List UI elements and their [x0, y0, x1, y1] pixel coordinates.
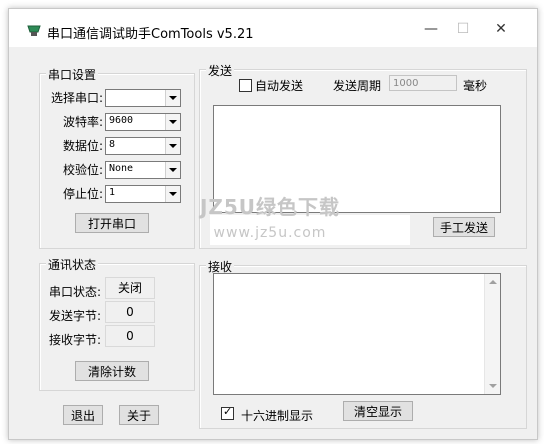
auto-send-label: 自动发送	[255, 79, 304, 93]
period-label: 发送周期	[333, 79, 382, 93]
chevron-down-icon[interactable]	[165, 138, 180, 154]
databits-select[interactable]: 8	[105, 137, 181, 155]
hex-display-checkbox[interactable]: ✓	[221, 405, 234, 420]
receive-textarea[interactable]	[213, 273, 501, 395]
window-title: 串口通信调试助手ComTools v5.21	[47, 27, 254, 42]
serial-settings-label: 串口设置	[46, 66, 99, 83]
parity-value: None	[109, 163, 134, 174]
maximize-button: ☐	[456, 21, 470, 37]
app-icon	[27, 25, 41, 36]
period-unit: 毫秒	[463, 79, 488, 93]
sent-bytes-value: 0	[105, 301, 155, 323]
clear-count-button[interactable]: 清除计数	[75, 361, 149, 381]
send-group-label: 发送	[206, 62, 235, 79]
port-label: 选择串口:	[51, 91, 104, 105]
open-port-button[interactable]: 打开串口	[75, 213, 149, 233]
baud-value: 9600	[109, 115, 134, 126]
sent-bytes-label: 发送字节:	[49, 309, 102, 323]
clear-display-button[interactable]: 清空显示	[343, 401, 413, 421]
receive-scrollbar[interactable]	[484, 274, 500, 394]
stopbits-label: 停止位:	[63, 187, 104, 201]
scroll-up-icon[interactable]	[489, 280, 497, 284]
databits-value: 8	[109, 139, 116, 150]
stopbits-value: 1	[109, 187, 116, 198]
manual-send-button[interactable]: 手工发送	[433, 217, 495, 237]
exit-button[interactable]: 退出	[63, 405, 103, 425]
chevron-down-icon[interactable]	[165, 90, 180, 106]
minimize-button[interactable]: —	[417, 19, 445, 39]
status-group-label: 通讯状态	[46, 256, 99, 273]
received-bytes-label: 接收字节:	[49, 333, 102, 347]
chevron-down-icon[interactable]	[165, 186, 180, 202]
chevron-down-icon[interactable]	[165, 162, 180, 178]
period-input[interactable]: 1000	[389, 75, 457, 91]
close-button[interactable]: ✕	[487, 19, 515, 39]
scroll-down-icon[interactable]	[489, 384, 497, 388]
port-select[interactable]	[105, 89, 181, 107]
port-state-value: 关闭	[105, 277, 155, 299]
parity-select[interactable]: None	[105, 161, 181, 179]
auto-send-checkbox[interactable]	[239, 79, 252, 92]
baud-select[interactable]: 9600	[105, 113, 181, 131]
check-icon: ✓	[223, 405, 233, 418]
databits-label: 数据位:	[63, 139, 104, 153]
received-bytes-value: 0	[105, 325, 155, 347]
port-state-label: 串口状态:	[49, 285, 102, 299]
parity-label: 校验位:	[63, 163, 104, 177]
stopbits-select[interactable]: 1	[105, 185, 181, 203]
about-button[interactable]: 关于	[119, 405, 159, 425]
watermark-text: JZ5U绿色下载	[199, 195, 341, 219]
title-bar: 串口通信调试助手ComTools v5.21 — ☐ ✕	[9, 9, 537, 47]
watermark-url: www.jz5u.com	[213, 225, 327, 241]
hex-display-label: 十六进制显示	[241, 409, 314, 423]
chevron-down-icon[interactable]	[165, 114, 180, 130]
baud-label: 波特率:	[63, 115, 104, 129]
